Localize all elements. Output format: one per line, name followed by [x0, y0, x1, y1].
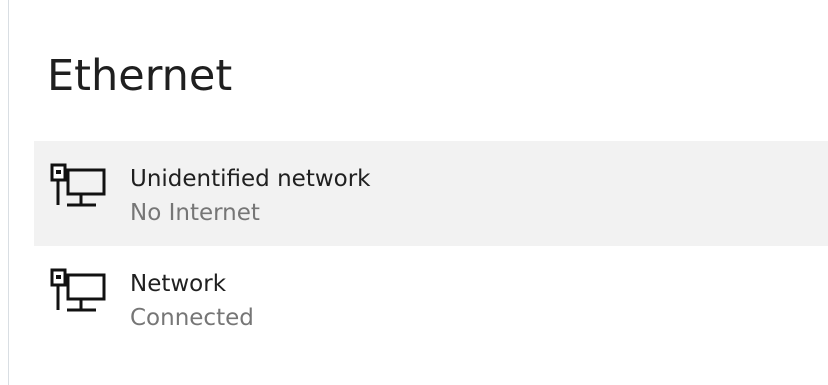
- ethernet-network-icon: [50, 268, 108, 320]
- ethernet-network-icon: [50, 163, 108, 215]
- ethernet-settings-page: Ethernet Unidentified network No Interne…: [0, 0, 828, 385]
- left-divider: [8, 0, 9, 385]
- network-name: Network: [130, 271, 227, 297]
- network-item-unidentified[interactable]: Unidentified network No Internet: [34, 141, 828, 246]
- network-name: Unidentified network: [130, 166, 371, 192]
- network-item-network[interactable]: Network Connected: [34, 246, 828, 351]
- page-title: Ethernet: [47, 51, 233, 101]
- network-status: No Internet: [130, 200, 260, 226]
- network-status: Connected: [130, 305, 254, 331]
- network-list: Unidentified network No Internet Network…: [34, 141, 828, 351]
